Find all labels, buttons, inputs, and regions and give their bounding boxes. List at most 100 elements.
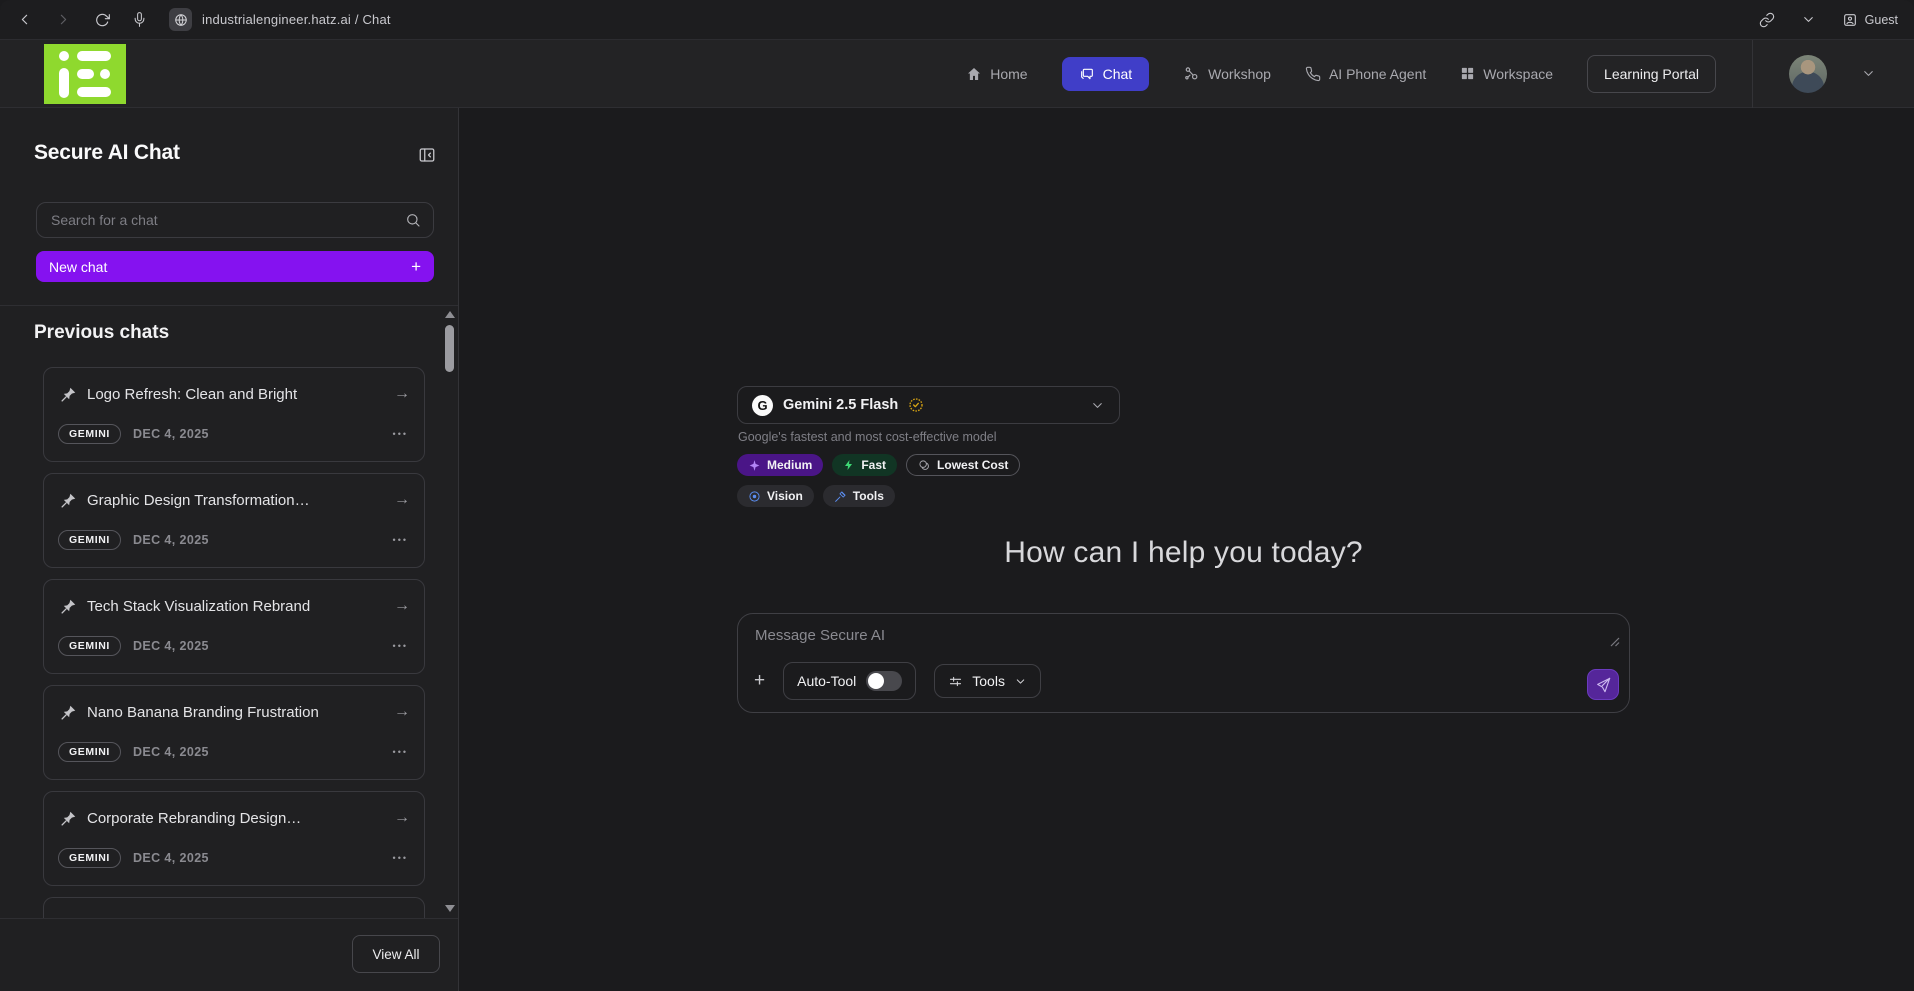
pin-icon [61, 705, 76, 720]
app-logo[interactable] [44, 44, 126, 104]
badge-fast: Fast [832, 454, 897, 476]
badge-lowest-cost: Lowest Cost [906, 454, 1020, 476]
chat-search[interactable] [36, 202, 434, 238]
pin-icon [61, 493, 76, 508]
welcome-heading: How can I help you today? [737, 536, 1630, 570]
chat-date: DEC 4, 2025 [133, 427, 209, 441]
open-chat-arrow-icon[interactable]: → [394, 809, 410, 827]
open-chat-arrow-icon[interactable]: → [394, 491, 410, 509]
site-globe-icon [169, 8, 192, 31]
model-badge: GEMINI [58, 848, 121, 868]
new-chat-button[interactable]: New chat + [36, 251, 434, 282]
eye-icon [748, 490, 761, 503]
sidebar-divider [0, 305, 458, 306]
nav-workshop[interactable]: Workshop [1183, 65, 1271, 82]
message-composer[interactable]: Message Secure AI + Auto-Tool Tools [737, 613, 1630, 713]
nav-home[interactable]: Home [966, 66, 1027, 82]
back-icon[interactable] [16, 11, 33, 28]
scroll-down-icon[interactable] [445, 905, 455, 912]
chat-card[interactable]: Nano Banana Branding Frustration → GEMIN… [43, 685, 425, 780]
chat-date: DEC 4, 2025 [133, 851, 209, 865]
open-chat-arrow-icon[interactable]: → [394, 597, 410, 615]
chat-card[interactable]: Corporate Rebranding Design… → GEMINI DE… [43, 791, 425, 886]
model-badge: GEMINI [58, 636, 121, 656]
workshop-icon [1183, 65, 1200, 82]
view-all-button[interactable]: View All [352, 935, 440, 973]
previous-chats-title: Previous chats [34, 322, 169, 344]
send-button[interactable] [1587, 669, 1619, 700]
auto-tool-toggle-button[interactable]: Auto-Tool [783, 662, 916, 700]
tools-icon [834, 490, 847, 503]
open-chat-arrow-icon[interactable]: → [394, 385, 410, 403]
sidebar: Secure AI Chat New chat + Previous chats [0, 108, 459, 991]
chat-list: Logo Refresh: Clean and Bright → GEMINI … [43, 367, 425, 897]
address-bar[interactable]: industrialengineer.hatz.ai / Chat [202, 12, 391, 27]
chat-date: DEC 4, 2025 [133, 745, 209, 759]
auto-tool-label: Auto-Tool [797, 673, 856, 689]
chevron-down-icon[interactable] [1801, 12, 1816, 27]
badge-vision: Vision [737, 485, 814, 507]
bolt-icon [843, 459, 855, 471]
tools-chevron-icon [1014, 675, 1027, 688]
gemini-logo-icon: G [752, 395, 773, 416]
tools-label: Tools [972, 673, 1005, 689]
search-input[interactable] [51, 212, 405, 228]
browser-chrome: industrialengineer.hatz.ai / Chat Guest [0, 0, 1914, 40]
nav-workspace[interactable]: Workspace [1460, 66, 1553, 82]
model-badges-row-2: Vision Tools [737, 485, 895, 507]
sparkle-icon [748, 459, 761, 472]
tools-dropdown-button[interactable]: Tools [934, 664, 1041, 698]
chat-title: Corporate Rebranding Design… [87, 810, 383, 827]
sidebar-title: Secure AI Chat [34, 141, 180, 165]
model-badge: GEMINI [58, 424, 121, 444]
share-link-icon[interactable] [1759, 12, 1775, 28]
nav-phone-agent-label: AI Phone Agent [1329, 66, 1426, 82]
badge-tools: Tools [823, 485, 895, 507]
chat-date: DEC 4, 2025 [133, 639, 209, 653]
chat-options-icon[interactable]: ••• [393, 641, 408, 651]
chat-options-icon[interactable]: ••• [393, 429, 408, 439]
verified-badge-icon [908, 397, 924, 413]
open-chat-arrow-icon[interactable]: → [394, 703, 410, 721]
attach-plus-icon[interactable]: + [754, 670, 765, 692]
auto-tool-switch[interactable] [866, 671, 902, 691]
resize-grip-icon[interactable] [1609, 636, 1621, 648]
avatar[interactable] [1789, 55, 1827, 93]
model-chevron-icon [1090, 398, 1105, 413]
nav-ai-phone-agent[interactable]: AI Phone Agent [1305, 66, 1426, 82]
chat-options-icon[interactable]: ••• [393, 853, 408, 863]
nav-home-label: Home [990, 66, 1027, 82]
new-chat-label: New chat [49, 259, 107, 275]
chat-card[interactable]: Tech Stack Visualization Rebrand → GEMIN… [43, 579, 425, 674]
message-input[interactable]: Message Secure AI [755, 627, 885, 644]
chat-card[interactable]: Logo Refresh: Clean and Bright → GEMINI … [43, 367, 425, 462]
chat-options-icon[interactable]: ••• [393, 747, 408, 757]
scrollbar-thumb[interactable] [445, 325, 454, 372]
learning-portal-button[interactable]: Learning Portal [1587, 55, 1716, 93]
collapse-sidebar-icon[interactable] [418, 146, 436, 164]
pin-icon [61, 811, 76, 826]
profile-chevron-icon[interactable] [1861, 66, 1876, 81]
nav-chat[interactable]: Chat [1062, 57, 1150, 91]
microphone-icon[interactable] [132, 12, 147, 27]
send-plane-icon [1595, 677, 1611, 693]
chat-card-partial[interactable] [43, 897, 425, 918]
nav-chat-label: Chat [1103, 66, 1133, 82]
sidebar-scrollbar[interactable] [444, 309, 456, 914]
app-window: industrialengineer.hatz.ai / Chat Guest … [0, 0, 1914, 991]
model-selector[interactable]: G Gemini 2.5 Flash [737, 386, 1120, 424]
scroll-up-icon[interactable] [445, 311, 455, 318]
home-icon [966, 66, 982, 82]
model-badge: GEMINI [58, 742, 121, 762]
reload-icon[interactable] [94, 12, 110, 28]
coins-icon [918, 459, 931, 472]
model-badge: GEMINI [58, 530, 121, 550]
phone-icon [1305, 66, 1321, 82]
chat-card[interactable]: Graphic Design Transformation… → GEMINI … [43, 473, 425, 568]
model-name: Gemini 2.5 Flash [783, 397, 898, 413]
chat-bubbles-icon [1079, 66, 1095, 82]
guest-card-icon [1842, 12, 1858, 28]
chat-options-icon[interactable]: ••• [393, 535, 408, 545]
forward-icon[interactable] [55, 11, 72, 28]
guest-profile-button[interactable]: Guest [1842, 12, 1898, 28]
